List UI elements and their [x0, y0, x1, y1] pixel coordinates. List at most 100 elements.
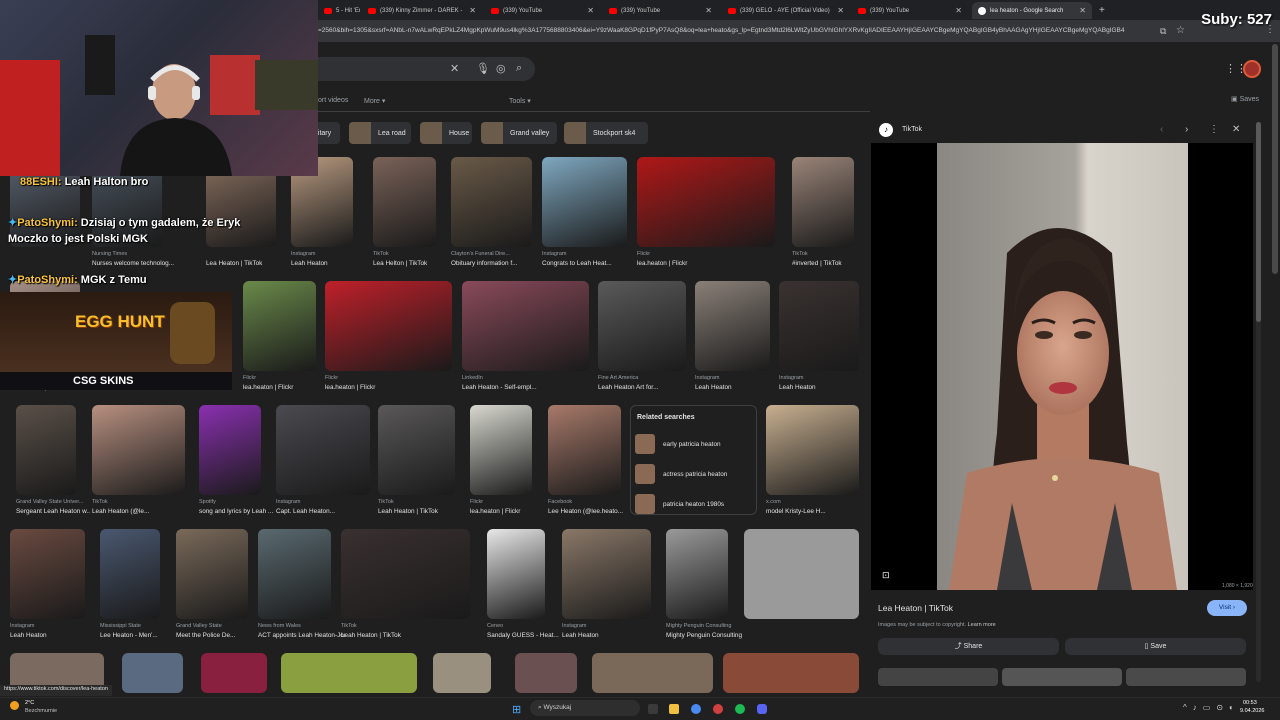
preview-image[interactable]: [937, 143, 1188, 590]
image-result-source[interactable]: Instagram: [562, 623, 661, 629]
image-result-caption[interactable]: Leah Heaton: [10, 632, 99, 639]
weather-icon[interactable]: [10, 701, 19, 710]
tab-close-icon[interactable]: ✕: [955, 6, 962, 15]
image-result-thumbnail[interactable]: [276, 405, 370, 495]
image-result-caption[interactable]: Leah Heaton: [291, 260, 367, 267]
image-result-source[interactable]: Flickr: [325, 375, 462, 381]
similar-thumb[interactable]: [1002, 668, 1122, 686]
close-icon[interactable]: ✕: [1232, 124, 1240, 135]
image-result-thumbnail[interactable]: [373, 157, 436, 247]
tab-close-icon[interactable]: ✕: [587, 6, 594, 15]
image-result-thumbnail[interactable]: [548, 405, 621, 495]
image-result-source[interactable]: Mississippi State: [100, 623, 170, 629]
browser-tab[interactable]: (339) YouTube ✕: [603, 2, 718, 19]
avatar[interactable]: [1243, 60, 1261, 78]
browser-tab[interactable]: (339) YouTube ✕: [852, 2, 968, 19]
image-result-source[interactable]: Instagram: [695, 375, 780, 381]
panel-site-name[interactable]: TikTok: [902, 126, 922, 133]
image-result-caption[interactable]: model Kristy-Lee H...: [766, 508, 873, 515]
related-item[interactable]: early patricia heaton: [635, 434, 721, 454]
image-result-source[interactable]: Flickr: [470, 499, 542, 505]
image-result-caption[interactable]: Meet the Police De...: [176, 632, 262, 639]
image-result-source[interactable]: Ceneo: [487, 623, 555, 629]
browser-tab[interactable]: (339) YouTube ✕: [485, 2, 600, 19]
image-result-thumbnail[interactable]: [695, 281, 770, 371]
start-icon[interactable]: ⊞: [512, 703, 521, 716]
image-result-thumbnail[interactable]: [122, 653, 183, 693]
image-result-source[interactable]: Instagram: [291, 251, 363, 257]
similar-thumb[interactable]: [1126, 668, 1246, 686]
image-result-caption[interactable]: Leah Heaton: [695, 384, 784, 391]
discord-icon[interactable]: [757, 704, 767, 714]
nav-short-videos[interactable]: ort videos: [318, 97, 348, 104]
clear-icon[interactable]: ✕: [450, 62, 459, 75]
image-result-caption[interactable]: lea.heaton | Flickr: [243, 384, 330, 391]
translate-icon[interactable]: ⧉: [1160, 26, 1166, 37]
image-result-source[interactable]: Instagram: [779, 375, 869, 381]
image-result-source[interactable]: Instagram: [10, 623, 95, 629]
image-result-thumbnail[interactable]: [433, 653, 491, 693]
browser-tab[interactable]: (339) Kinny Zimmer - DAREK - ✕: [362, 2, 482, 19]
image-result-thumbnail[interactable]: [92, 405, 185, 495]
image-result-source[interactable]: x.com: [766, 499, 869, 505]
image-result-source[interactable]: Facebook: [548, 499, 631, 505]
image-result-source[interactable]: Instagram: [542, 251, 637, 257]
image-result-caption[interactable]: lea.heaton | Flickr: [637, 260, 789, 267]
image-result-source[interactable]: TikTok: [792, 251, 864, 257]
page-scrollbar[interactable]: [1272, 44, 1278, 274]
filter-chip[interactable]: Grand valley: [481, 122, 557, 144]
image-result-source[interactable]: Spotify: [199, 499, 271, 505]
image-result-source[interactable]: Flickr: [243, 375, 326, 381]
image-result-thumbnail[interactable]: [10, 529, 85, 619]
chrome-icon[interactable]: [691, 704, 701, 714]
image-result-source[interactable]: Instagram: [276, 499, 380, 505]
image-result-thumbnail[interactable]: [462, 281, 589, 371]
prev-icon[interactable]: ‹: [1160, 124, 1163, 135]
image-result-caption[interactable]: lea.heaton | Flickr: [325, 384, 466, 391]
weather-desc[interactable]: Bezchmurnie: [25, 708, 57, 714]
nav-more[interactable]: More ▾: [364, 97, 385, 105]
share-button[interactable]: ⤴ Share: [878, 638, 1059, 655]
browser-tab[interactable]: (339) GELO - AYE (Official Video) ✕: [722, 2, 850, 19]
image-result-source[interactable]: Clayton's Funeral Dire...: [451, 251, 542, 257]
visit-button[interactable]: Visit ›: [1207, 600, 1247, 616]
taskbar-search[interactable]: ⌕ Wyszukaj: [530, 700, 640, 716]
tab-close-icon[interactable]: ✕: [1079, 6, 1086, 15]
image-result-source[interactable]: Nursing Times: [92, 251, 172, 257]
image-result-thumbnail[interactable]: [792, 157, 854, 247]
saves-link[interactable]: ▣ Saves: [1231, 95, 1259, 103]
image-result-thumbnail[interactable]: [378, 405, 455, 495]
tab-close-icon[interactable]: ✕: [837, 6, 844, 15]
image-result-source[interactable]: News from Wales: [258, 623, 341, 629]
image-result-caption[interactable]: Leah Heaton | TikTok: [378, 508, 469, 515]
image-result-caption[interactable]: Leah Heaton (@le...: [92, 508, 199, 515]
image-result-source[interactable]: Mighty Penguin Consulting: [666, 623, 738, 629]
save-button[interactable]: ▯ Save: [1065, 638, 1246, 655]
related-item[interactable]: actress patricia heaton: [635, 464, 727, 484]
image-result-thumbnail[interactable]: [562, 529, 651, 619]
tab-close-icon[interactable]: ✕: [469, 6, 476, 15]
image-result-thumbnail[interactable]: [201, 653, 267, 693]
image-result-thumbnail[interactable]: [176, 529, 248, 619]
tab-close-icon[interactable]: ✕: [705, 6, 712, 15]
image-result-source[interactable]: Grand Valley State: [176, 623, 258, 629]
browser-tab[interactable]: 5 - Hit 'Em Up✕: [318, 2, 360, 19]
filter-chip[interactable]: Lea road: [349, 122, 411, 144]
image-result-caption[interactable]: Lee Heaton - Men'...: [100, 632, 174, 639]
new-tab-icon[interactable]: +: [1093, 2, 1107, 19]
panel-scrollbar[interactable]: [1256, 122, 1261, 682]
image-result-thumbnail[interactable]: [325, 281, 452, 371]
image-result-thumbnail[interactable]: [515, 653, 577, 693]
related-item[interactable]: patricia heaton 1980s: [635, 494, 724, 514]
clock-time[interactable]: 00:53: [1243, 700, 1257, 706]
image-result-thumbnail[interactable]: [199, 405, 261, 495]
image-result-thumbnail[interactable]: [666, 529, 728, 619]
search-icon[interactable]: ⌕: [516, 62, 522, 75]
image-result-caption[interactable]: Capt. Leah Heaton...: [276, 508, 384, 515]
image-result-caption[interactable]: Leah Heaton Art for...: [598, 384, 700, 391]
image-result-source[interactable]: Grand Valley State Univer...: [16, 499, 86, 505]
image-result-caption[interactable]: Lee Heaton (@lee.heato...: [548, 508, 635, 515]
image-result-thumbnail[interactable]: [592, 653, 713, 693]
image-result-caption[interactable]: Leah Heaton: [779, 384, 873, 391]
image-result-caption[interactable]: #inverted | TikTok: [792, 260, 868, 267]
